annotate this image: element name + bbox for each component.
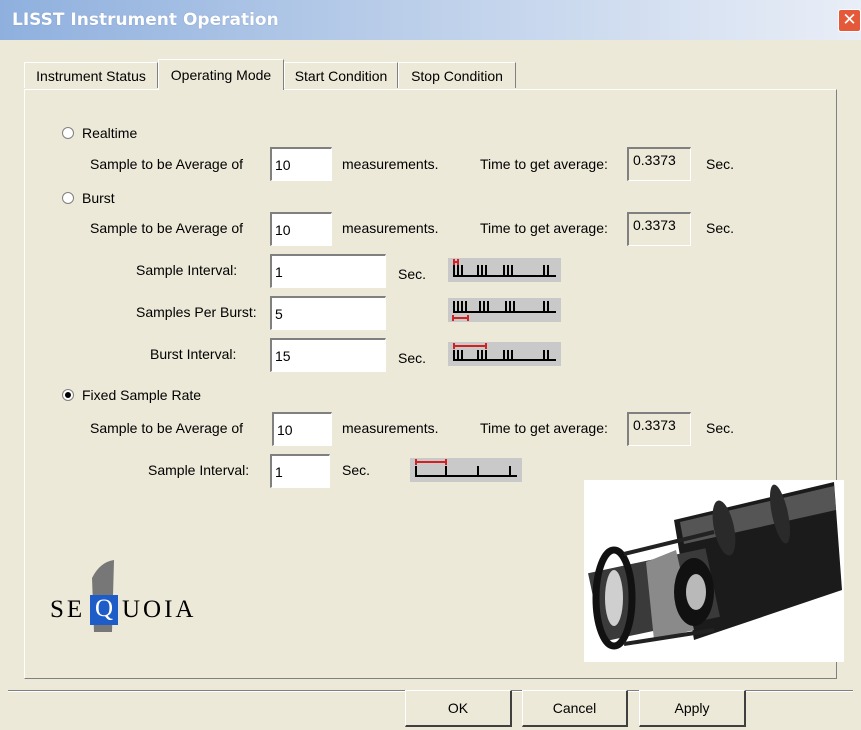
fixed-time-value: 0.3373	[627, 412, 691, 446]
tab-label: Start Condition	[294, 68, 388, 84]
burst-interval-input[interactable]	[270, 338, 386, 372]
burst-avg-input[interactable]	[270, 212, 332, 246]
window-title: LISST Instrument Operation	[12, 10, 279, 30]
samples-per-burst-label: Samples Per Burst:	[136, 304, 257, 320]
fixed-sample-rate-radio[interactable]	[62, 389, 74, 401]
tab-label: Operating Mode	[170, 67, 272, 83]
realtime-avg-label: Sample to be Average of	[90, 156, 244, 172]
tab-operating-mode[interactable]: Operating Mode	[158, 59, 284, 90]
burst-interval-label: Burst Interval:	[150, 346, 237, 362]
realtime-measurements-label: measurements.	[342, 156, 439, 172]
close-icon: ✕	[842, 10, 857, 30]
tab-stop-condition[interactable]: Stop Condition	[398, 62, 516, 88]
logo-text-letter: Q	[90, 595, 118, 625]
burst-sample-interval-input[interactable]	[270, 254, 386, 288]
burst-label: Burst	[82, 190, 115, 206]
logo-text-right: UOIA	[122, 596, 197, 623]
sample-interval-diagram	[448, 258, 561, 282]
instrument-photo	[584, 480, 844, 662]
burst-time-label: Time to get average:	[480, 220, 608, 236]
burst-interval-diagram	[448, 342, 561, 366]
realtime-avg-input[interactable]	[270, 147, 332, 181]
fixed-avg-label: Sample to be Average of	[90, 420, 244, 436]
burst-sample-interval-label: Sample Interval:	[136, 262, 238, 278]
apply-button[interactable]: Apply	[639, 690, 746, 727]
fixed-sample-interval-diagram	[410, 458, 522, 482]
realtime-time-label: Time to get average:	[480, 156, 608, 172]
tab-instrument-status[interactable]: Instrument Status	[24, 62, 158, 88]
samples-per-burst-input[interactable]	[270, 296, 386, 330]
realtime-sec-label: Sec.	[706, 156, 735, 172]
fixed-avg-input[interactable]	[272, 412, 332, 446]
fixed-time-label: Time to get average:	[480, 420, 608, 436]
fixed-sample-rate-label: Fixed Sample Rate	[82, 387, 202, 403]
radio-selected-dot	[65, 392, 71, 398]
logo-text-left: SE	[50, 596, 86, 623]
tab-label: Instrument Status	[36, 68, 146, 84]
fixed-measurements-label: measurements.	[342, 420, 439, 436]
tab-start-condition[interactable]: Start Condition	[284, 62, 398, 88]
close-button[interactable]: ✕	[838, 9, 861, 32]
fixed-sample-interval-input[interactable]	[270, 454, 330, 488]
realtime-radio[interactable]	[62, 127, 74, 139]
cancel-button[interactable]: Cancel	[522, 690, 628, 727]
realtime-label: Realtime	[82, 125, 138, 141]
samples-per-burst-diagram	[448, 298, 561, 322]
burst-time-value: 0.3373	[627, 212, 691, 246]
burst-radio[interactable]	[62, 192, 74, 204]
realtime-time-value: 0.3373	[627, 147, 691, 181]
sequoia-logo: SE Q UOIA	[50, 560, 210, 632]
title-bar: LISST Instrument Operation ✕	[0, 0, 861, 40]
burst-sample-interval-unit: Sec.	[398, 266, 427, 282]
burst-sec-label: Sec.	[706, 220, 735, 236]
ok-button[interactable]: OK	[405, 690, 512, 727]
fixed-sec-label: Sec.	[706, 420, 735, 436]
fixed-sample-interval-label: Sample Interval:	[148, 462, 250, 478]
fixed-sample-interval-unit: Sec.	[342, 462, 371, 478]
burst-interval-unit: Sec.	[398, 350, 427, 366]
burst-measurements-label: measurements.	[342, 220, 439, 236]
tab-label: Stop Condition	[411, 68, 503, 84]
burst-avg-label: Sample to be Average of	[90, 220, 244, 236]
